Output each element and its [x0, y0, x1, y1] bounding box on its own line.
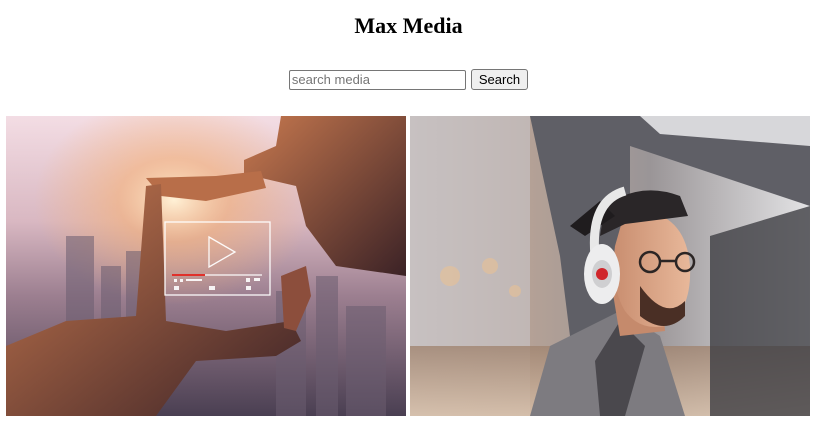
search-button[interactable]: Search [470, 69, 529, 90]
media-thumbnail-video-frame[interactable] [6, 116, 406, 416]
search-bar: Search [0, 69, 817, 90]
headphones-man-image [410, 116, 810, 416]
search-input[interactable] [288, 69, 466, 90]
media-thumbnail-headphones-man[interactable] [410, 116, 810, 416]
media-gallery [6, 116, 810, 416]
video-frame-image [6, 116, 406, 416]
page-title: Max Media [354, 13, 463, 38]
